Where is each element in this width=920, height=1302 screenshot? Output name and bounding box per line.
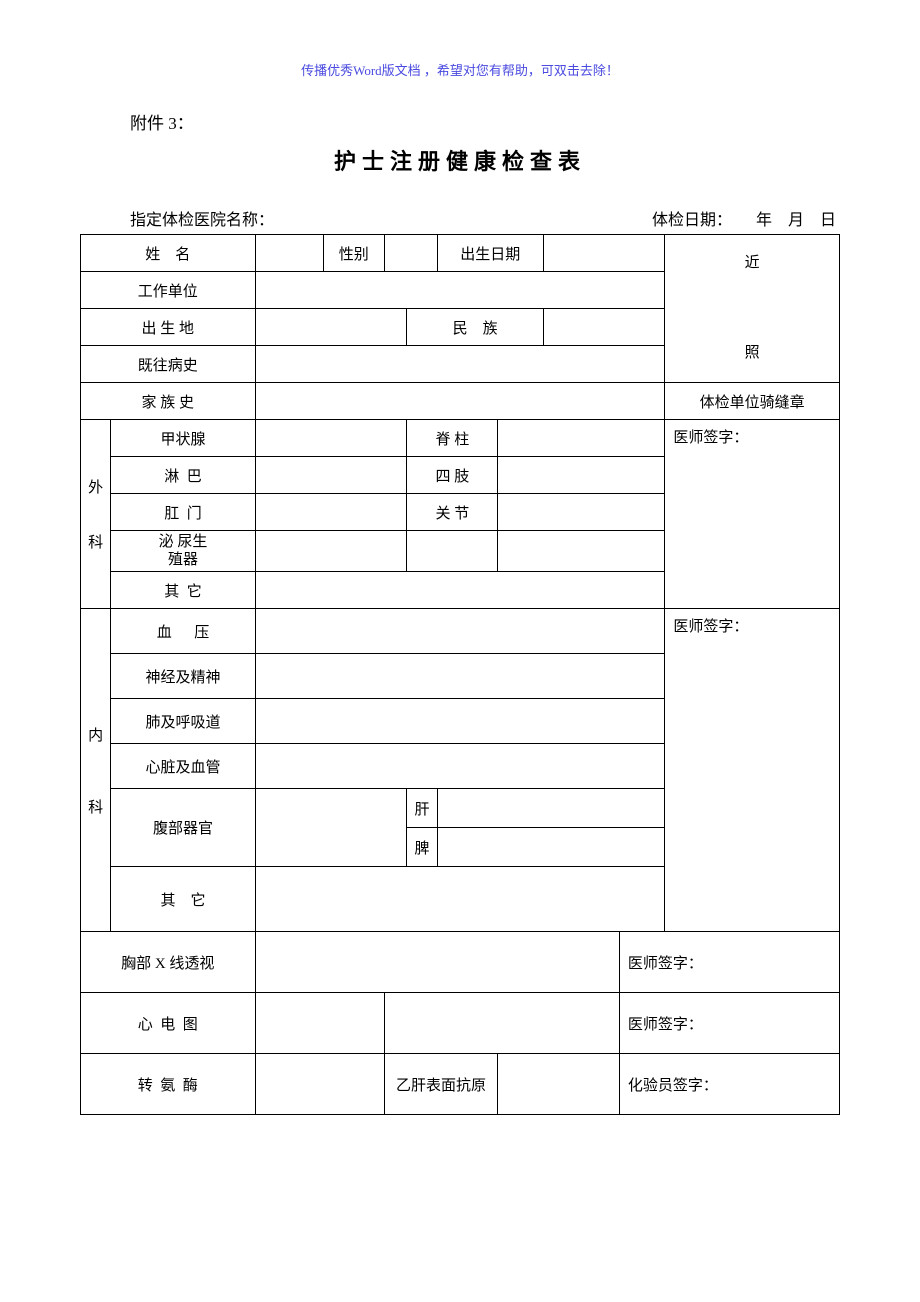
joints-value: [498, 494, 665, 531]
spine-label: 脊 柱: [407, 420, 498, 457]
spleen-value: [437, 828, 665, 867]
gender-value: [384, 235, 437, 272]
joints-label: 关 节: [407, 494, 498, 531]
family-history-value: [255, 383, 665, 420]
name-value: [255, 235, 323, 272]
ethnic-value: [543, 309, 664, 346]
name-label: 姓 名: [81, 235, 256, 272]
spleen-label: 脾: [407, 828, 437, 867]
liver-value: [437, 789, 665, 828]
alt-value: [255, 1054, 384, 1115]
photo-zhao: 照: [669, 331, 835, 376]
limbs-label: 四 肢: [407, 457, 498, 494]
chest-sign: 医师签字：: [619, 932, 839, 993]
ethnic-label: 民 族: [407, 309, 544, 346]
internal-sign: 医师签字：: [665, 609, 840, 932]
family-history-label: 家 族 史: [81, 383, 256, 420]
surg-other-value: [255, 572, 665, 609]
page-title: 护士注册健康检查表: [80, 144, 840, 176]
surg-blank-label: [407, 531, 498, 572]
urogenital-label: 泌 尿生 殖器: [111, 531, 255, 572]
birth-value: [543, 235, 664, 272]
photo-stamp: 体检单位骑缝章: [665, 383, 840, 420]
hbsag-value: [498, 1054, 619, 1115]
nerve-label: 神经及精神: [111, 654, 255, 699]
chest-label: 胸部 X 线透视: [81, 932, 256, 993]
birth-label: 出生日期: [437, 235, 543, 272]
lymph-value: [255, 457, 407, 494]
health-form-table: 姓 名 性别 出生日期 近 照 工作单位 出 生 地 民 族 既往病史 家 族 …: [80, 234, 840, 1115]
lymph-label: 淋 巴: [111, 457, 255, 494]
nerve-value: [255, 654, 665, 699]
birthplace-value: [255, 309, 407, 346]
anus-value: [255, 494, 407, 531]
limbs-value: [498, 457, 665, 494]
surgery-dept: 外 科: [81, 420, 111, 609]
lab-sign: 化验员签字：: [619, 1054, 839, 1115]
heart-value: [255, 744, 665, 789]
internal-dept: 内 科: [81, 609, 111, 932]
abdomen-label: 腹部器官: [111, 789, 255, 867]
heart-label: 心脏及血管: [111, 744, 255, 789]
past-history-value: [255, 346, 665, 383]
surg-other-label: 其 它: [111, 572, 255, 609]
photo-near: 近: [669, 241, 835, 286]
header-line: 指定体检医院名称： 体检日期： 年 月 日: [80, 206, 840, 234]
ecg-value1: [255, 993, 384, 1054]
bp-label: 血 压: [111, 609, 255, 654]
attachment-label: 附件 3：: [130, 109, 840, 134]
alt-label: 转 氨 酶: [81, 1054, 256, 1115]
ecg-label: 心 电 图: [81, 993, 256, 1054]
past-history-label: 既往病史: [81, 346, 256, 383]
surgery-sign: 医师签字：: [665, 420, 840, 609]
hospital-label: 指定体检医院名称：: [130, 206, 274, 230]
watermark-header: 传播优秀Word版文档 ，希望对您有帮助，可双击去除！: [80, 60, 840, 79]
exam-date: 体检日期： 年 月 日: [652, 206, 836, 230]
liver-label: 肝: [407, 789, 437, 828]
lung-value: [255, 699, 665, 744]
surg-blank-value: [498, 531, 665, 572]
lung-label: 肺及呼吸道: [111, 699, 255, 744]
photo-box: 近 照: [665, 235, 840, 383]
workunit-value: [255, 272, 665, 309]
urogenital-value: [255, 531, 407, 572]
gender-label: 性别: [323, 235, 384, 272]
ecg-sign: 医师签字：: [619, 993, 839, 1054]
bp-value: [255, 609, 665, 654]
spine-value: [498, 420, 665, 457]
hbsag-label: 乙肝表面抗原: [384, 1054, 498, 1115]
int-other-value: [255, 867, 665, 932]
chest-value: [255, 932, 619, 993]
anus-label: 肛 门: [111, 494, 255, 531]
abdomen-value: [255, 789, 407, 867]
ecg-value2: [384, 993, 619, 1054]
int-other-label: 其 它: [111, 867, 255, 932]
thyroid-label: 甲状腺: [111, 420, 255, 457]
workunit-label: 工作单位: [81, 272, 256, 309]
birthplace-label: 出 生 地: [81, 309, 256, 346]
thyroid-value: [255, 420, 407, 457]
